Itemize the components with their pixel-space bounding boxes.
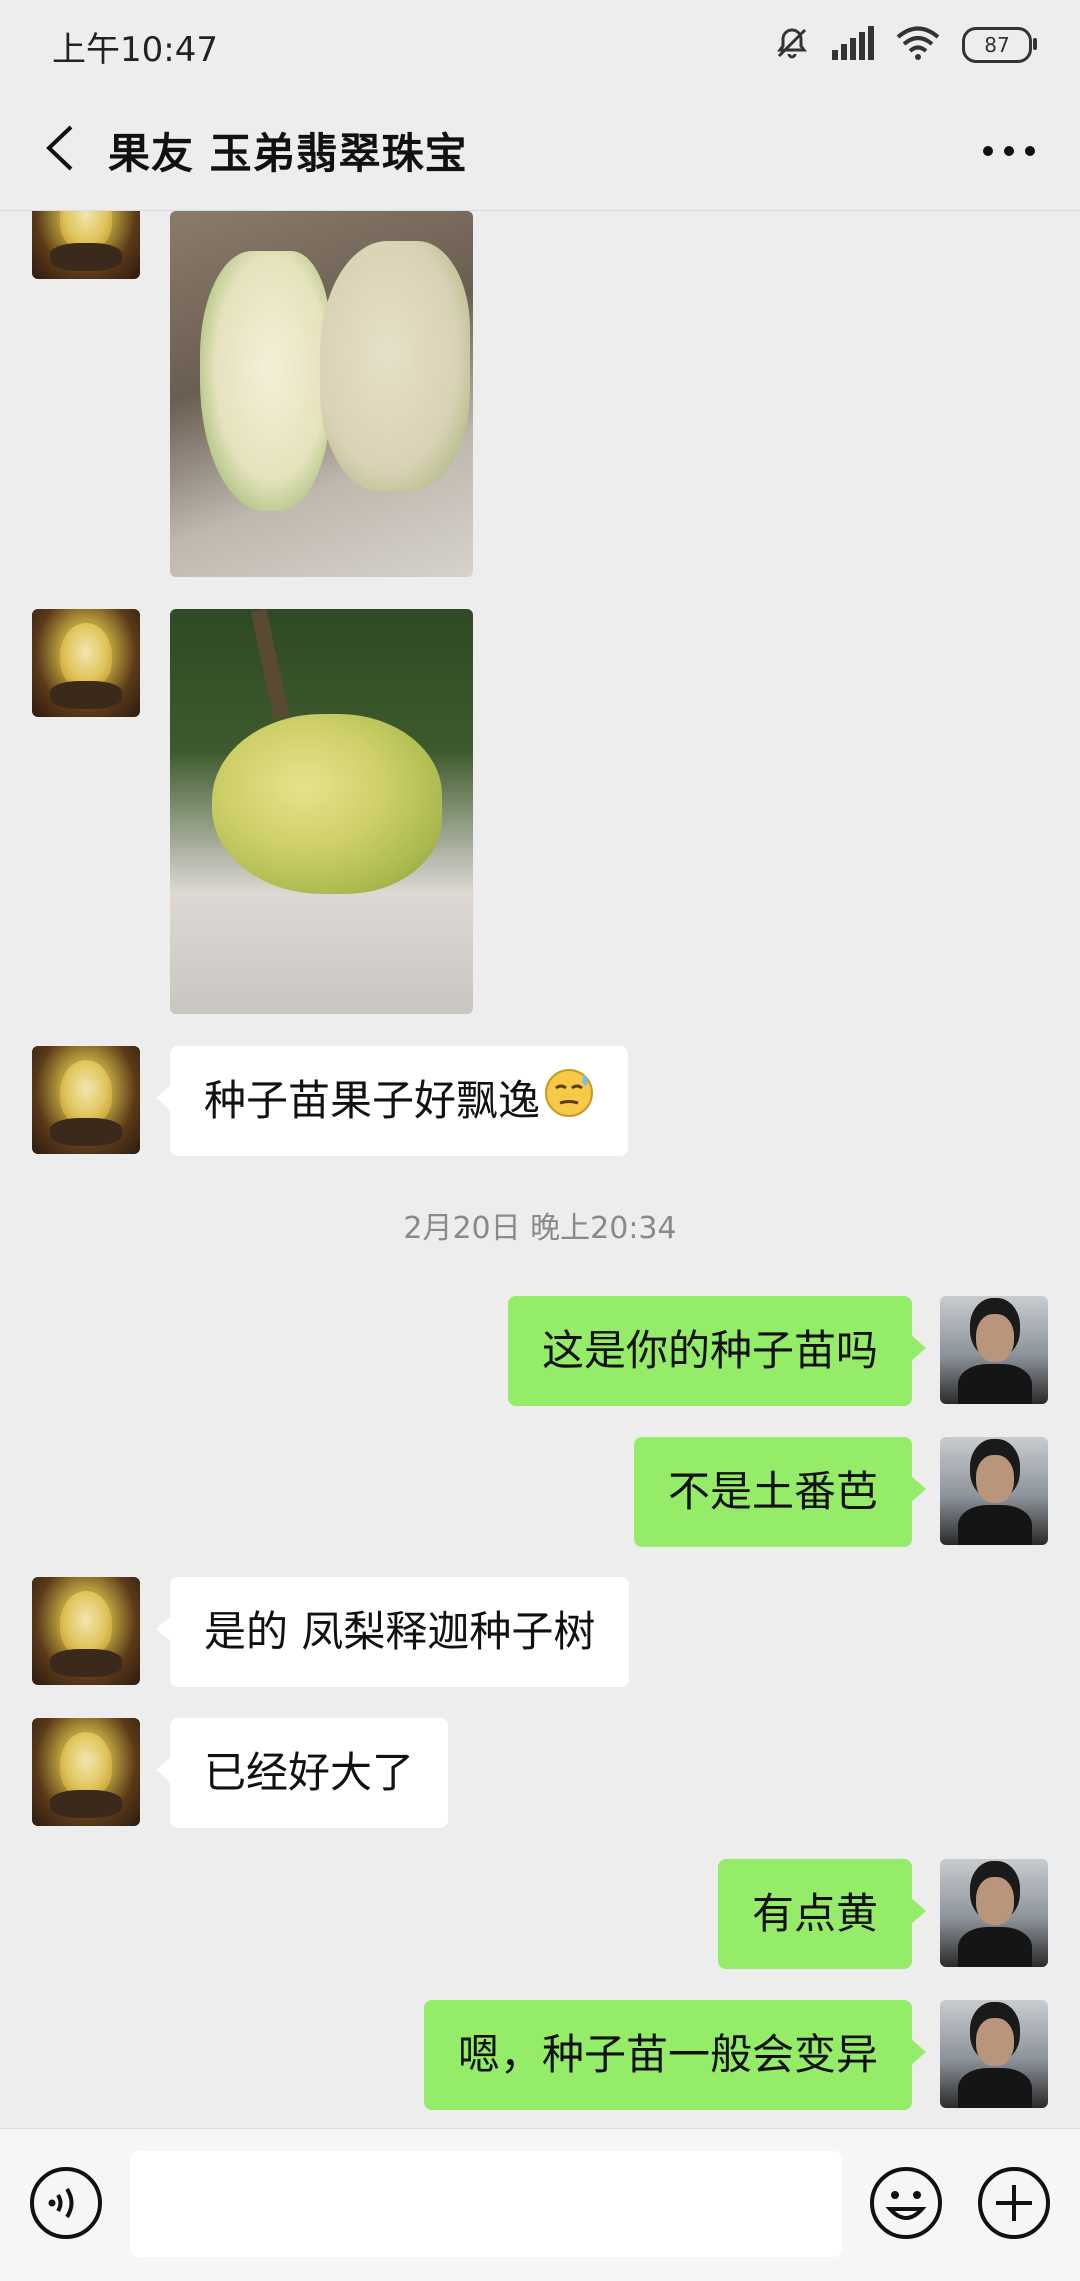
more-dots-icon [982, 142, 1036, 161]
chat-title: 果友 玉弟翡翠珠宝 [108, 129, 468, 178]
message-text: 已经好大了 [204, 1748, 415, 1797]
message-text: 是的 凤梨释迦种子树 [204, 1607, 596, 1656]
contact-avatar[interactable] [32, 1718, 140, 1826]
contact-avatar[interactable] [32, 1046, 140, 1154]
message-input[interactable] [130, 2151, 842, 2257]
contact-avatar[interactable] [32, 1577, 140, 1685]
more-functions-button[interactable] [976, 2167, 1052, 2243]
my-avatar[interactable] [940, 1296, 1048, 1404]
sweat-smile-emoji [544, 1049, 594, 1159]
back-arrow-icon [45, 123, 75, 177]
status-bar: 上午10:47 87 [0, 0, 1080, 90]
my-avatar[interactable] [940, 2000, 1048, 2108]
mute-icon [774, 25, 810, 65]
image-message-cut-fruit[interactable] [170, 211, 473, 577]
fruit-half [200, 251, 330, 511]
more-options-button[interactable] [974, 126, 1044, 176]
chat-messages[interactable]: 种子苗果子好飘逸 2月20日 晚上20:34 这是你的种子苗吗 不是土番芭 是的… [0, 211, 1080, 2127]
my-avatar[interactable] [940, 1437, 1048, 1545]
message-text: 种子苗果子好飘逸 [204, 1076, 541, 1125]
chat-header: 果友 玉弟翡翠珠宝 [0, 90, 1080, 211]
plus-icon [976, 2165, 1052, 2245]
image-message-fruit-on-tree[interactable] [170, 609, 473, 1014]
back-button[interactable] [30, 118, 90, 182]
timestamp: 2月20日 晚上20:34 [403, 1211, 677, 1246]
message-bubble[interactable]: 不是土番芭 [633, 1437, 927, 1547]
message-text: 不是土番芭 [667, 1467, 878, 1516]
input-bar [0, 2128, 1080, 2281]
wifi-icon [896, 26, 940, 64]
contact-avatar[interactable] [32, 211, 140, 279]
message-text: 嗯，种子苗一般会变异 [457, 2030, 878, 2079]
fruit [212, 714, 442, 894]
status-time: 上午10:47 [52, 30, 218, 70]
message-text: 有点黄 [751, 1889, 878, 1938]
message-bubble[interactable]: 已经好大了 [155, 1718, 449, 1828]
voice-button[interactable] [28, 2167, 104, 2243]
message-bubble[interactable]: 种子苗果子好飘逸 [155, 1046, 629, 1159]
voice-icon [28, 2165, 104, 2245]
fruit-half [320, 241, 470, 491]
message-bubble[interactable]: 嗯，种子苗一般会变异 [423, 2000, 927, 2110]
status-icons: 87 [774, 24, 1037, 66]
battery-icon: 87 [962, 27, 1037, 63]
message-bubble[interactable]: 有点黄 [717, 1859, 927, 1969]
branch [250, 609, 290, 720]
battery-level: 87 [984, 33, 1010, 57]
emoji-button[interactable] [868, 2167, 944, 2243]
contact-avatar[interactable] [32, 609, 140, 717]
emoji-icon [868, 2165, 944, 2245]
message-bubble[interactable]: 这是你的种子苗吗 [507, 1296, 927, 1406]
message-bubble[interactable]: 是的 凤梨释迦种子树 [155, 1577, 630, 1687]
signal-icon [832, 26, 874, 64]
message-text: 这是你的种子苗吗 [541, 1326, 878, 1375]
my-avatar[interactable] [940, 1859, 1048, 1967]
